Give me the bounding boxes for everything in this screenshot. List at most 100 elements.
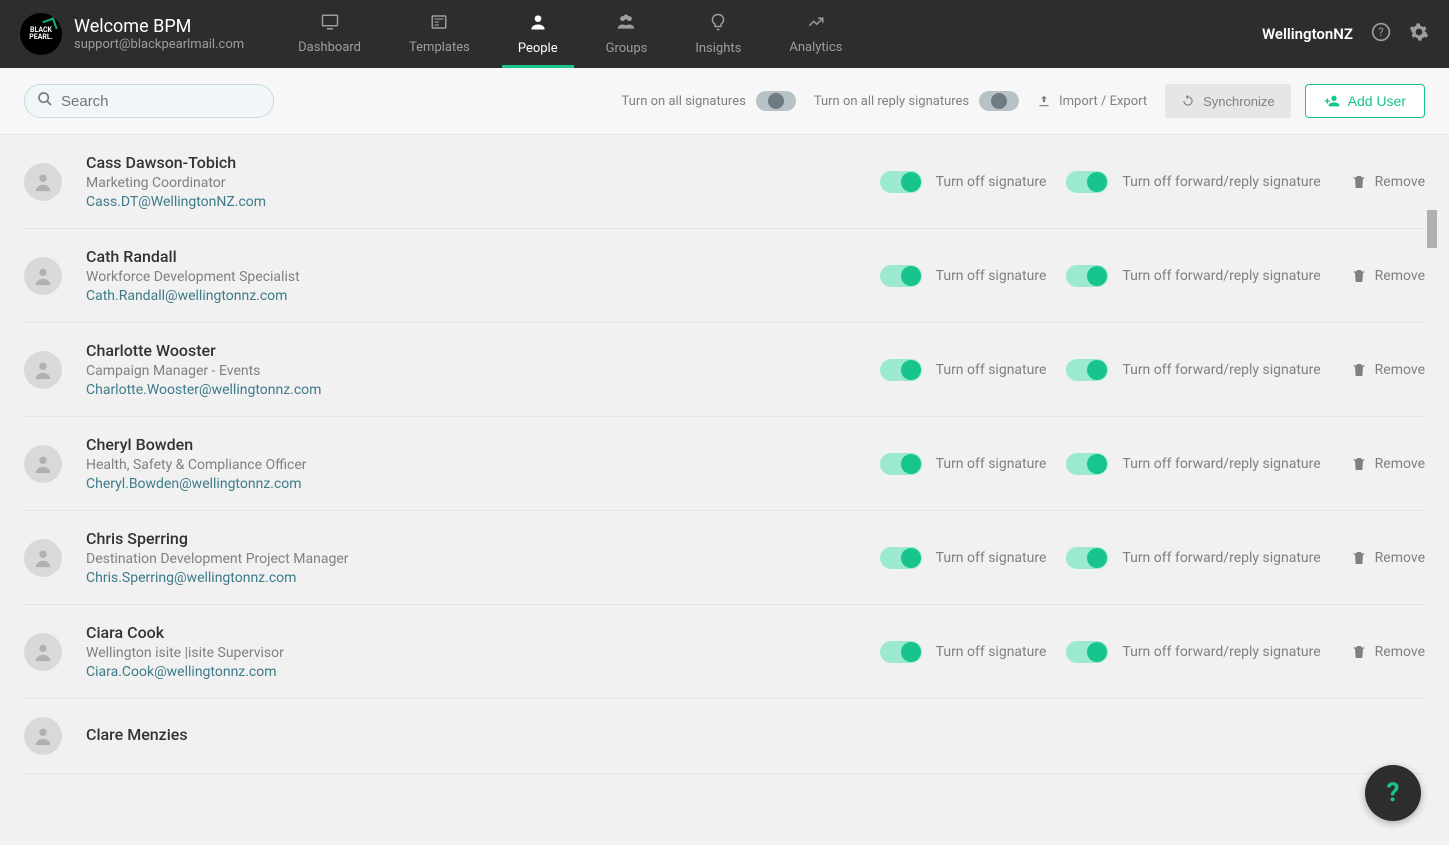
person-name: Cath Randall [86, 247, 880, 266]
person-info[interactable]: Chris Sperring Destination Development Pr… [86, 529, 880, 586]
gear-icon[interactable] [1409, 22, 1429, 46]
remove-button[interactable]: Remove [1351, 456, 1425, 472]
all-reply-signatures-toggle: Turn on all reply signatures [814, 91, 1019, 111]
person-title: Workforce Development Specialist [86, 269, 880, 285]
person-info[interactable]: Cath Randall Workforce Development Specia… [86, 247, 880, 304]
trash-icon [1351, 550, 1367, 566]
table-row: Chris Sperring Destination Development Pr… [24, 511, 1425, 605]
nav-analytics[interactable]: Analytics [765, 0, 866, 68]
table-row: Cass Dawson-TobichMarketing CoordinatorC… [24, 135, 1425, 229]
signature-toggle: Turn off signature [880, 171, 1047, 193]
brand: BLACK PEARL. Welcome BPM support@blackpe… [20, 13, 244, 55]
reply-signature-toggle: Turn off forward/reply signature [1066, 359, 1320, 381]
scrollbar-thumb[interactable] [1427, 210, 1437, 248]
welcome-title: Welcome BPM [74, 16, 244, 37]
svg-text:?: ? [1378, 25, 1384, 39]
main-nav: Dashboard Templates People Groups Insights An… [274, 0, 1262, 68]
reply-signature-toggle: Turn off forward/reply signature [1066, 641, 1320, 663]
remove-button[interactable]: Remove [1351, 174, 1425, 190]
signature-switch[interactable] [880, 453, 922, 475]
synchronize-button[interactable]: Synchronize [1165, 84, 1291, 118]
table-row: Cath Randall Workforce Development Specia… [24, 229, 1425, 323]
table-row: Charlotte Wooster Campaign Manager - Even… [24, 323, 1425, 417]
person-name: Ciara Cook [86, 623, 880, 642]
nav-label: People [518, 41, 558, 56]
import-export-link[interactable]: Import / Export [1037, 94, 1147, 109]
person-email: Cass.DT@WellingtonNZ.com [86, 194, 880, 210]
nav-label: Templates [409, 40, 470, 55]
nav-templates[interactable]: Templates [385, 0, 494, 68]
person-email: Ciara.Cook@wellingtonnz.com [86, 664, 880, 680]
reply-switch[interactable] [1066, 547, 1108, 569]
remove-button[interactable]: Remove [1351, 362, 1425, 378]
help-fab[interactable]: ? [1365, 765, 1421, 821]
reply-signature-toggle: Turn off forward/reply signature [1066, 265, 1320, 287]
signature-toggle: Turn off signature [880, 641, 1047, 663]
bulb-icon [709, 12, 727, 37]
table-row: Clare Menzies [24, 699, 1425, 774]
all-reply-switch[interactable] [979, 91, 1019, 111]
org-name[interactable]: WellingtonNZ [1262, 25, 1353, 43]
person-info[interactable]: Clare Menzies [86, 725, 1425, 747]
add-user-button[interactable]: Add User [1305, 84, 1425, 118]
nav-groups[interactable]: Groups [582, 0, 672, 68]
support-email: support@blackpearlmail.com [74, 37, 244, 52]
person-email: Charlotte.Wooster@wellingtonnz.com [86, 382, 880, 398]
help-icon[interactable]: ? [1371, 22, 1391, 46]
person-title: Marketing Coordinator [86, 175, 880, 191]
remove-button[interactable]: Remove [1351, 644, 1425, 660]
avatar [24, 717, 62, 755]
person-info[interactable]: Ciara Cook Wellington isite |isite Superv… [86, 623, 880, 680]
remove-button[interactable]: Remove [1351, 268, 1425, 284]
trash-icon [1351, 174, 1367, 190]
person-name: Chris Sperring [86, 529, 880, 548]
reply-switch[interactable] [1066, 171, 1108, 193]
nav-dashboard[interactable]: Dashboard [274, 0, 385, 68]
nav-label: Insights [695, 41, 741, 56]
reply-signature-toggle: Turn off forward/reply signature [1066, 453, 1320, 475]
person-info[interactable]: Cass Dawson-TobichMarketing CoordinatorC… [86, 153, 880, 210]
avatar [24, 257, 62, 295]
signature-switch[interactable] [880, 265, 922, 287]
chart-icon [805, 13, 827, 36]
avatar [24, 539, 62, 577]
signature-switch[interactable] [880, 641, 922, 663]
reply-switch[interactable] [1066, 359, 1108, 381]
brand-logo: BLACK PEARL. [20, 13, 62, 55]
nav-insights[interactable]: Insights [671, 0, 765, 68]
search-input[interactable] [61, 93, 261, 110]
search-icon [37, 91, 53, 111]
avatar [24, 633, 62, 671]
table-row: Cheryl BowdenHealth, Safety & Compliance… [24, 417, 1425, 511]
person-title: Wellington isite |isite Supervisor [86, 645, 880, 661]
person-info[interactable]: Charlotte Wooster Campaign Manager - Even… [86, 341, 880, 398]
signature-switch[interactable] [880, 547, 922, 569]
person-email: Chris.Sperring@wellingtonnz.com [86, 570, 880, 586]
search-input-wrap[interactable] [24, 84, 274, 118]
people-toolbar: Turn on all signatures Turn on all reply… [0, 68, 1449, 135]
signature-toggle: Turn off signature [880, 453, 1047, 475]
person-title: Campaign Manager - Events [86, 363, 880, 379]
monitor-icon [319, 13, 341, 36]
reply-switch[interactable] [1066, 453, 1108, 475]
person-title: Destination Development Project Manager [86, 551, 880, 567]
signature-switch[interactable] [880, 171, 922, 193]
reply-switch[interactable] [1066, 641, 1108, 663]
reply-switch[interactable] [1066, 265, 1108, 287]
all-sig-switch[interactable] [756, 91, 796, 111]
remove-button[interactable]: Remove [1351, 550, 1425, 566]
person-email: Cath.Randall@wellingtonnz.com [86, 288, 880, 304]
reply-signature-toggle: Turn off forward/reply signature [1066, 547, 1320, 569]
person-name: Charlotte Wooster [86, 341, 880, 360]
signature-toggle: Turn off signature [880, 265, 1047, 287]
news-icon [428, 13, 450, 36]
signature-switch[interactable] [880, 359, 922, 381]
person-email: Cheryl.Bowden@wellingtonnz.com [86, 476, 880, 492]
nav-people[interactable]: People [494, 0, 582, 68]
trash-icon [1351, 644, 1367, 660]
signature-toggle: Turn off signature [880, 547, 1047, 569]
nav-label: Groups [606, 41, 648, 56]
person-info[interactable]: Cheryl BowdenHealth, Safety & Compliance… [86, 435, 880, 492]
avatar [24, 445, 62, 483]
trash-icon [1351, 268, 1367, 284]
